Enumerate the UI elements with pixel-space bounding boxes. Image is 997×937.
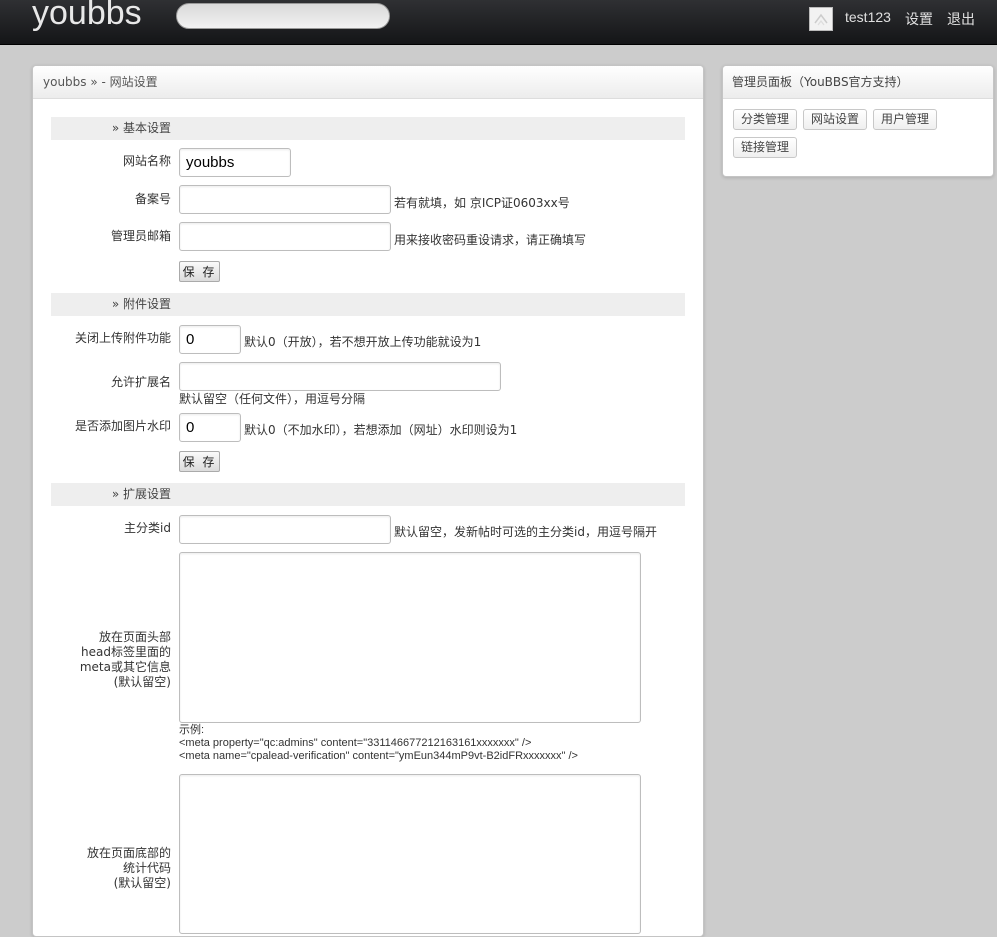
icp-input[interactable] bbox=[179, 185, 391, 214]
icp-hint: 若有就填，如 京ICP证0603xx号 bbox=[394, 196, 570, 210]
user-name-link[interactable]: test123 bbox=[845, 9, 891, 25]
site-name-input[interactable] bbox=[179, 148, 291, 177]
allowed-ext-hint: 默认留空（任何文件），用逗号分隔 bbox=[179, 392, 366, 406]
avatar[interactable] bbox=[809, 7, 833, 31]
watermark-label: 是否添加图片水印 bbox=[74, 419, 171, 433]
breadcrumb-home-link[interactable]: youbbs bbox=[43, 75, 87, 89]
head-meta-example: 示例: <meta property="qc:admins" content="… bbox=[179, 724, 578, 763]
category-manage-button[interactable]: 分类管理 bbox=[733, 109, 798, 130]
head-meta-label: 放在页面头部 head标签里面的 meta或其它信息 (默认留空) bbox=[80, 630, 171, 690]
section-attachment-title: » 附件设置 bbox=[111, 297, 171, 311]
save-attachment-button[interactable]: 保 存 bbox=[179, 451, 220, 472]
site-name-label: 网站名称 bbox=[122, 154, 171, 168]
allowed-ext-label: 允许扩展名 bbox=[110, 375, 171, 389]
head-meta-label-line: meta或其它信息 bbox=[79, 660, 171, 674]
link-manage-button[interactable]: 链接管理 bbox=[733, 137, 798, 158]
close-upload-hint: 默认0（开放），若不想开放上传功能就设为1 bbox=[244, 335, 482, 349]
main-cat-label: 主分类id bbox=[124, 521, 171, 535]
admin-email-input[interactable] bbox=[179, 222, 391, 251]
admin-panel-title: 管理员面板（YouBBS官方支持） bbox=[723, 66, 993, 99]
search-input[interactable] bbox=[176, 3, 390, 29]
logout-link[interactable]: 退出 bbox=[947, 9, 975, 29]
allowed-ext-input[interactable] bbox=[179, 362, 501, 391]
head-meta-label-line: head标签里面的 bbox=[81, 645, 171, 659]
footer-code-label: 放在页面底部的 统计代码 (默认留空) bbox=[87, 846, 171, 891]
section-extend-title: » 扩展设置 bbox=[111, 487, 171, 501]
example-title: 示例: bbox=[179, 724, 205, 736]
breadcrumb-current: 网站设置 bbox=[109, 75, 158, 89]
site-logo[interactable]: youbbs bbox=[32, 0, 142, 33]
settings-panel: youbbs » - 网站设置 » 基本设置 网站名称 备案号 若有就填，如 京… bbox=[32, 65, 704, 937]
admin-email-hint: 用来接收密码重设请求，请正确填写 bbox=[394, 233, 587, 247]
watermark-input[interactable] bbox=[179, 413, 241, 442]
save-basic-button[interactable]: 保 存 bbox=[179, 261, 220, 282]
footer-code-label-line: 放在页面底部的 bbox=[86, 846, 171, 860]
main-cat-hint: 默认留空，发新帖时可选的主分类id，用逗号隔开 bbox=[394, 525, 657, 539]
footer-code-label-line: 统计代码 bbox=[122, 861, 171, 875]
breadcrumb-separator: » - bbox=[86, 75, 110, 89]
footer-code-label-line: (默认留空) bbox=[113, 876, 171, 890]
footer-code-textarea[interactable] bbox=[179, 774, 641, 934]
breadcrumb: youbbs » - 网站设置 bbox=[33, 66, 703, 99]
watermark-hint: 默认0（不加水印），若想添加（网址）水印则设为1 bbox=[244, 423, 518, 437]
admin-email-label: 管理员邮箱 bbox=[110, 229, 171, 243]
avatar-placeholder-icon bbox=[814, 13, 828, 26]
icp-label: 备案号 bbox=[134, 192, 171, 206]
main-cat-input[interactable] bbox=[179, 515, 391, 544]
head-meta-textarea[interactable] bbox=[179, 552, 641, 723]
settings-link[interactable]: 设置 bbox=[905, 9, 933, 29]
close-upload-label: 关闭上传附件功能 bbox=[74, 331, 171, 345]
example-line: <meta name="cpalead-verification" conten… bbox=[179, 750, 578, 762]
user-manage-button[interactable]: 用户管理 bbox=[873, 109, 938, 130]
section-extend-header: » 扩展设置 bbox=[51, 483, 685, 506]
head-meta-label-line: 放在页面头部 bbox=[98, 630, 171, 644]
section-basic-title: » 基本设置 bbox=[111, 121, 171, 135]
section-basic-header: » 基本设置 bbox=[51, 117, 685, 140]
example-line: <meta property="qc:admins" content="3311… bbox=[179, 737, 532, 749]
section-attachment-header: » 附件设置 bbox=[51, 293, 685, 316]
close-upload-input[interactable] bbox=[179, 325, 241, 354]
head-meta-label-line: (默认留空) bbox=[113, 675, 171, 689]
top-bar: youbbs test123 设置 退出 bbox=[0, 0, 997, 45]
admin-sidebar: 管理员面板（YouBBS官方支持） 分类管理 网站设置 用户管理 链接管理 bbox=[722, 65, 994, 177]
site-settings-button[interactable]: 网站设置 bbox=[803, 109, 868, 130]
